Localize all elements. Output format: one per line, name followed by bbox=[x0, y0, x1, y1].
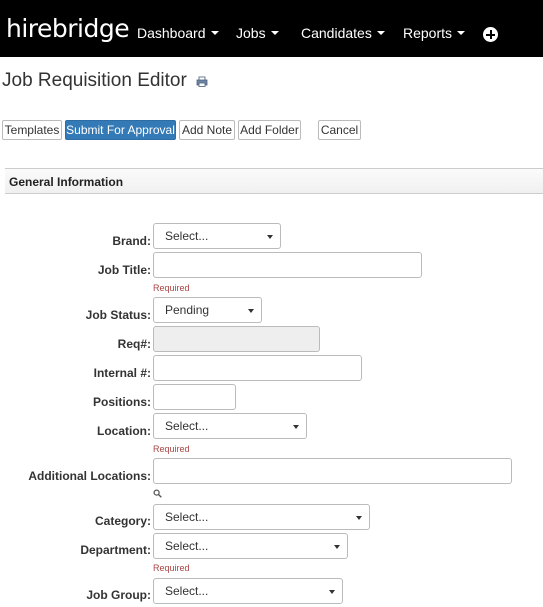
department-label: Department: bbox=[80, 543, 151, 557]
top-navbar: hirebridge Dashboard Jobs Candidates Rep… bbox=[0, 0, 543, 57]
location-select[interactable]: Select... bbox=[153, 413, 307, 439]
department-required: Required bbox=[153, 563, 190, 573]
additional-locations-label: Additional Locations: bbox=[28, 469, 151, 483]
caret-down-icon bbox=[270, 31, 279, 36]
cancel-button[interactable]: Cancel bbox=[318, 120, 361, 140]
nav-candidates[interactable]: Candidates bbox=[301, 25, 385, 41]
caret-down-icon bbox=[293, 425, 299, 429]
job-title-label: Job Title: bbox=[97, 263, 151, 277]
category-label: Category: bbox=[94, 514, 151, 528]
search-icon[interactable] bbox=[153, 489, 162, 498]
location-label: Location: bbox=[97, 424, 151, 438]
internal-num-input[interactable] bbox=[153, 355, 362, 381]
location-select-value: Select... bbox=[165, 419, 209, 433]
department-select-value: Select... bbox=[165, 539, 209, 553]
additional-locations-input[interactable] bbox=[153, 458, 512, 484]
logo[interactable]: hirebridge bbox=[6, 14, 130, 44]
job-title-input[interactable] bbox=[153, 252, 422, 278]
nav-reports[interactable]: Reports bbox=[403, 25, 466, 41]
nav-dashboard-label: Dashboard bbox=[137, 25, 206, 41]
job-status-select-value: Pending bbox=[165, 303, 210, 317]
job-group-label: Job Group: bbox=[86, 588, 151, 602]
nav-candidates-label: Candidates bbox=[301, 25, 372, 41]
caret-down-icon bbox=[356, 516, 362, 520]
add-folder-button[interactable]: Add Folder bbox=[238, 120, 301, 140]
nav-jobs-label: Jobs bbox=[236, 25, 266, 41]
job-status-select[interactable]: Pending bbox=[153, 297, 262, 323]
location-required: Required bbox=[153, 444, 190, 454]
submit-for-approval-button[interactable]: Submit For Approval bbox=[65, 120, 176, 140]
category-select-value: Select... bbox=[165, 510, 209, 524]
internal-num-label: Internal #: bbox=[93, 366, 151, 380]
brand-label: Brand: bbox=[112, 234, 151, 248]
nav-jobs[interactable]: Jobs bbox=[236, 25, 279, 41]
caret-down-icon bbox=[457, 31, 466, 36]
caret-down-icon bbox=[376, 31, 385, 36]
section-title: General Information bbox=[9, 175, 124, 189]
job-group-select[interactable]: Select... bbox=[153, 578, 343, 604]
section-header: General Information bbox=[5, 168, 543, 194]
add-note-button[interactable]: Add Note bbox=[179, 120, 235, 140]
page-title: Job Requisition Editor bbox=[2, 70, 187, 91]
caret-down-icon bbox=[329, 590, 335, 594]
job-title-required: Required bbox=[153, 283, 190, 293]
job-group-select-value: Select... bbox=[165, 584, 209, 598]
positions-label: Positions: bbox=[92, 395, 151, 409]
brand-select-value: Select... bbox=[165, 229, 209, 243]
nav-dashboard[interactable]: Dashboard bbox=[137, 25, 219, 41]
brand-select[interactable]: Select... bbox=[153, 223, 281, 249]
nav-reports-label: Reports bbox=[403, 25, 453, 41]
print-icon[interactable] bbox=[196, 76, 208, 87]
positions-input[interactable] bbox=[153, 384, 236, 410]
job-status-label: Job Status: bbox=[85, 308, 151, 322]
caret-down-icon bbox=[334, 545, 340, 549]
req-num-input bbox=[153, 326, 320, 352]
caret-down-icon bbox=[210, 31, 219, 36]
department-select[interactable]: Select... bbox=[153, 533, 348, 559]
category-select[interactable]: Select... bbox=[153, 504, 370, 530]
add-new-icon[interactable] bbox=[483, 27, 498, 42]
req-num-label: Req#: bbox=[117, 337, 151, 351]
caret-down-icon bbox=[267, 235, 273, 239]
caret-down-icon bbox=[248, 309, 254, 313]
templates-button[interactable]: Templates bbox=[2, 120, 62, 140]
